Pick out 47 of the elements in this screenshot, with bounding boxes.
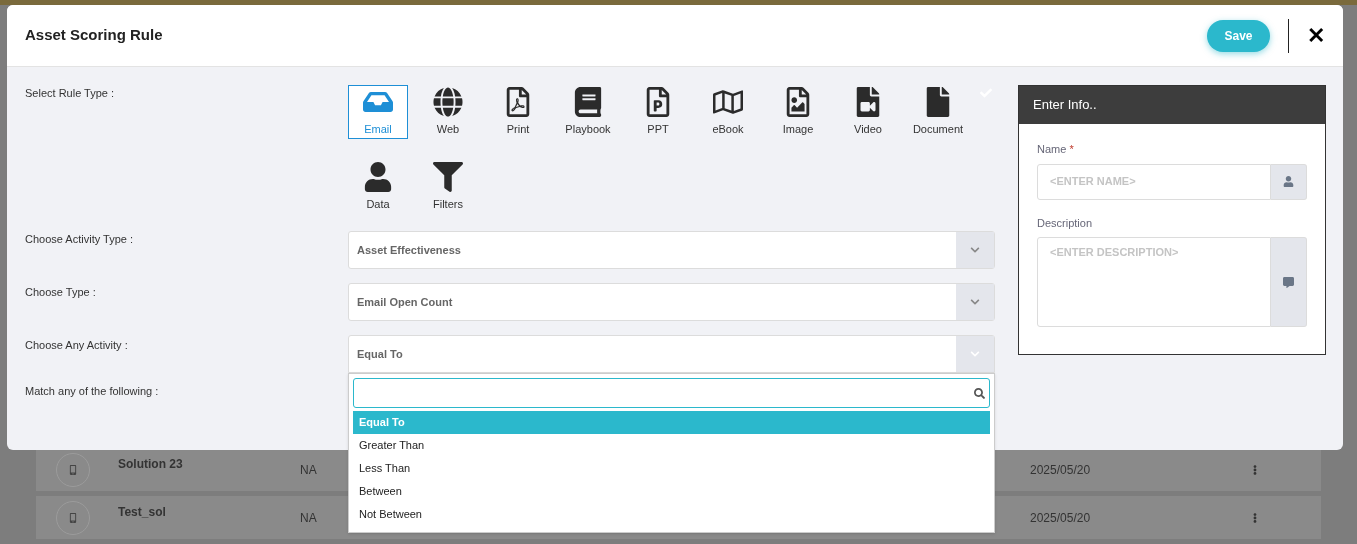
- rule-type-option[interactable]: Filters: [418, 160, 478, 214]
- description-field[interactable]: <ENTER DESCRIPTION>: [1037, 237, 1271, 327]
- required-mark: *: [1069, 143, 1074, 155]
- dropdown-option[interactable]: Not Between: [353, 503, 990, 526]
- panel-title: Enter Info..: [1033, 96, 1097, 115]
- name-field[interactable]: <ENTER NAME>: [1037, 163, 1271, 200]
- select-field[interactable]: Equal To: [348, 335, 995, 373]
- field-label: Select Rule Type :: [25, 86, 116, 101]
- row-status: NA: [300, 462, 317, 477]
- rule-type-option[interactable]: PPT: [628, 85, 688, 139]
- row-date: 2025/05/20: [1030, 461, 1092, 479]
- user-icon: [363, 161, 393, 192]
- row-status: NA: [300, 510, 317, 525]
- modal-title: Asset Scoring Rule: [25, 25, 164, 46]
- rule-type-option[interactable]: Image: [768, 85, 828, 139]
- select-field[interactable]: Asset Effectiveness: [348, 231, 995, 269]
- chevron-down-icon: [956, 284, 994, 320]
- close-button[interactable]: ✕: [1307, 24, 1325, 47]
- field-label: Name: [1037, 143, 1067, 155]
- row-date: 2025/05/20: [1030, 509, 1092, 527]
- select-field[interactable]: Email Open Count: [348, 283, 995, 321]
- dropdown-option[interactable]: Greater Than: [353, 434, 990, 457]
- rule-type-option[interactable]: Data: [348, 160, 408, 214]
- chevron-down-icon: [956, 232, 994, 268]
- dropdown-option[interactable]: Less Than: [353, 457, 990, 480]
- book-icon: [573, 86, 603, 117]
- field-label: Choose Type :: [25, 285, 97, 300]
- field-label: Match any of the following :: [25, 384, 160, 399]
- search-icon: [974, 387, 985, 399]
- row-name: Solution 23: [118, 455, 184, 473]
- filter-icon: [433, 161, 463, 192]
- row-name: Test_sol: [118, 503, 167, 521]
- rule-type-option[interactable]: Web: [418, 85, 478, 139]
- rule-type-option[interactable]: Email: [348, 85, 408, 139]
- field-label: Description: [1037, 215, 1094, 231]
- field-label: Choose Activity Type :: [25, 232, 135, 247]
- rule-type-option[interactable]: eBook: [698, 85, 758, 139]
- rule-type-option[interactable]: Video: [838, 85, 898, 139]
- rule-type-option[interactable]: Print: [488, 85, 548, 139]
- rule-type-option[interactable]: Document: [908, 85, 968, 139]
- globe-icon: [433, 86, 463, 117]
- comment-icon: [1271, 237, 1307, 327]
- field-label: Choose Any Activity :: [25, 338, 129, 353]
- user-icon: [1271, 163, 1307, 200]
- dropdown-option[interactable]: Between: [353, 480, 990, 503]
- search-field[interactable]: [353, 378, 990, 408]
- rule-type-option[interactable]: Playbook: [558, 85, 618, 139]
